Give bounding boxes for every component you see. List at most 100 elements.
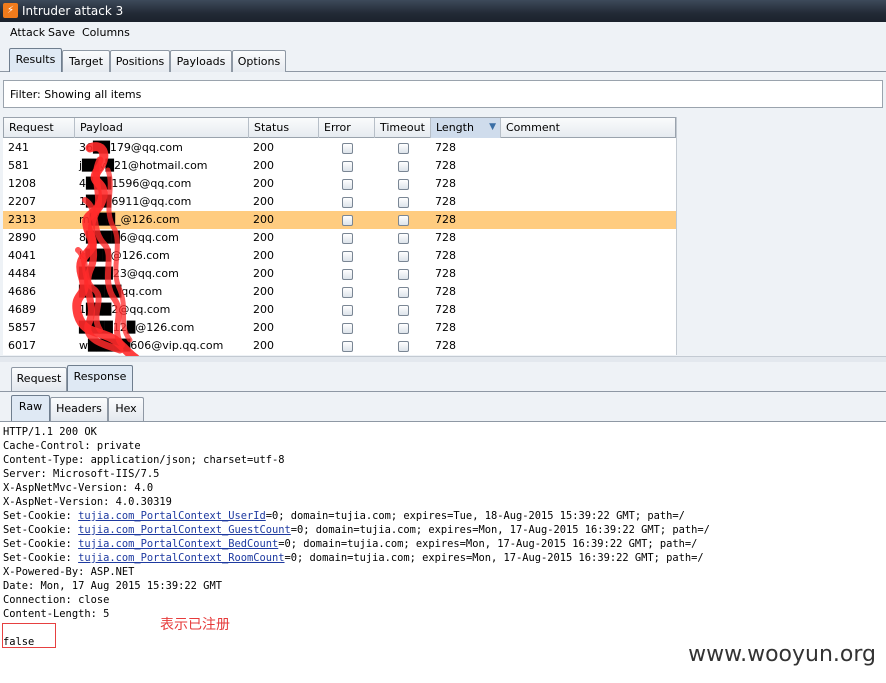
cell-status: 200: [253, 159, 274, 172]
cookie-name: tujia.com_PortalContext_BedCount: [78, 538, 279, 550]
set-cookie-prefix: Set-Cookie:: [3, 538, 79, 550]
timeout-checkbox[interactable]: [398, 305, 409, 316]
view-tab-bar: Raw Headers Hex: [0, 392, 886, 422]
timeout-checkbox[interactable]: [398, 179, 409, 190]
cookie-attributes: =0; domain=tujia.com; expires=Mon, 17-Au…: [290, 524, 710, 536]
cell-length: 728: [435, 267, 456, 280]
response-header-line: Date: Mon, 17 Aug 2015 15:39:22 GMT: [3, 580, 222, 592]
sort-descending-icon: ▼: [489, 122, 496, 132]
annotation-label: 表示已注册: [160, 617, 230, 633]
timeout-checkbox[interactable]: [398, 143, 409, 154]
set-cookie-line: Set-Cookie: tujia.com_PortalContext_Gues…: [3, 523, 710, 537]
cell-status: 200: [253, 285, 274, 298]
timeout-checkbox[interactable]: [398, 233, 409, 244]
response-header-line: Connection: close: [3, 594, 110, 606]
tab-headers[interactable]: Headers: [50, 397, 108, 421]
error-checkbox[interactable]: [342, 179, 353, 190]
error-checkbox[interactable]: [342, 251, 353, 262]
cell-status: 200: [253, 303, 274, 316]
column-header-error[interactable]: Error: [319, 118, 375, 138]
error-checkbox[interactable]: [342, 305, 353, 316]
column-header-length-label: Length: [436, 121, 474, 134]
cell-status: 200: [253, 267, 274, 280]
response-header-line: HTTP/1.1 200 OK: [3, 426, 97, 438]
error-checkbox[interactable]: [342, 197, 353, 208]
tab-request[interactable]: Request: [11, 367, 67, 391]
cell-length: 728: [435, 285, 456, 298]
error-checkbox[interactable]: [342, 269, 353, 280]
timeout-checkbox[interactable]: [398, 323, 409, 334]
table-header: Request Payload Status Error Timeout Len…: [3, 117, 676, 138]
cell-length: 728: [435, 141, 456, 154]
column-header-request[interactable]: Request: [4, 118, 75, 138]
redaction-scribble: [72, 142, 140, 363]
cell-length: 728: [435, 159, 456, 172]
error-checkbox[interactable]: [342, 161, 353, 172]
timeout-checkbox[interactable]: [398, 161, 409, 172]
cell-status: 200: [253, 141, 274, 154]
tab-results[interactable]: Results: [9, 48, 62, 74]
tab-response[interactable]: Response: [67, 365, 133, 391]
cell-length: 728: [435, 213, 456, 226]
menu-bar: Attack Save Columns: [0, 22, 886, 44]
menu-attack[interactable]: Attack: [10, 26, 45, 39]
response-header-line: X-AspNetMvc-Version: 4.0: [3, 482, 154, 494]
column-header-payload[interactable]: Payload: [75, 118, 249, 138]
burp-app-icon: ⚡: [3, 3, 18, 18]
tab-hex[interactable]: Hex: [108, 397, 144, 421]
error-checkbox[interactable]: [342, 233, 353, 244]
cell-status: 200: [253, 339, 274, 352]
cell-length: 728: [435, 321, 456, 334]
title-bar: ⚡ Intruder attack 3: [0, 0, 886, 22]
cell-length: 728: [435, 249, 456, 262]
cookie-attributes: =0; domain=tujia.com; expires=Mon, 17-Au…: [284, 552, 704, 564]
table-empty-area: [676, 117, 883, 355]
timeout-checkbox[interactable]: [398, 269, 409, 280]
response-header-line: X-Powered-By: ASP.NET: [3, 566, 135, 578]
cell-status: 200: [253, 195, 274, 208]
cookie-attributes: =0; domain=tujia.com; expires=Mon, 17-Au…: [278, 538, 698, 550]
window-title: Intruder attack 3: [22, 4, 124, 18]
timeout-checkbox[interactable]: [398, 341, 409, 352]
tab-payloads[interactable]: Payloads: [170, 50, 232, 74]
menu-save[interactable]: Save: [48, 26, 75, 39]
error-checkbox[interactable]: [342, 143, 353, 154]
cell-status: 200: [253, 213, 274, 226]
cell-length: 728: [435, 177, 456, 190]
timeout-checkbox[interactable]: [398, 251, 409, 262]
set-cookie-line: Set-Cookie: tujia.com_PortalContext_User…: [3, 509, 685, 523]
cell-status: 200: [253, 177, 274, 190]
tab-options[interactable]: Options: [232, 50, 286, 74]
set-cookie-prefix: Set-Cookie:: [3, 510, 79, 522]
response-header-line: Content-Type: application/json; charset=…: [3, 454, 285, 466]
cell-status: 200: [253, 249, 274, 262]
error-checkbox[interactable]: [342, 341, 353, 352]
error-checkbox[interactable]: [342, 215, 353, 226]
error-checkbox[interactable]: [342, 287, 353, 298]
cell-status: 200: [253, 231, 274, 244]
cookie-attributes: =0; domain=tujia.com; expires=Tue, 18-Au…: [265, 510, 685, 522]
cell-length: 728: [435, 339, 456, 352]
set-cookie-line: Set-Cookie: tujia.com_PortalContext_Room…: [3, 551, 704, 565]
timeout-checkbox[interactable]: [398, 215, 409, 226]
tab-positions[interactable]: Positions: [110, 50, 170, 74]
set-cookie-prefix: Set-Cookie:: [3, 524, 79, 536]
column-header-comment[interactable]: Comment: [501, 118, 676, 138]
main-tab-bar: Results Target Positions Payloads Option…: [0, 44, 886, 74]
cell-length: 728: [435, 195, 456, 208]
timeout-checkbox[interactable]: [398, 287, 409, 298]
column-header-status[interactable]: Status: [249, 118, 319, 138]
response-header-line: Content-Length: 5: [3, 608, 110, 620]
filter-text: Filter: Showing all items: [10, 88, 142, 101]
tab-raw[interactable]: Raw: [11, 395, 50, 421]
column-header-length[interactable]: Length ▼: [431, 118, 501, 138]
menu-columns[interactable]: Columns: [82, 26, 130, 39]
column-header-timeout[interactable]: Timeout: [375, 118, 431, 138]
timeout-checkbox[interactable]: [398, 197, 409, 208]
tab-target[interactable]: Target: [62, 50, 110, 74]
cookie-name: tujia.com_PortalContext_GuestCount: [78, 524, 291, 536]
set-cookie-prefix: Set-Cookie:: [3, 552, 79, 564]
filter-bar[interactable]: Filter: Showing all items: [3, 80, 883, 108]
error-checkbox[interactable]: [342, 323, 353, 334]
set-cookie-line: Set-Cookie: tujia.com_PortalContext_BedC…: [3, 537, 697, 551]
